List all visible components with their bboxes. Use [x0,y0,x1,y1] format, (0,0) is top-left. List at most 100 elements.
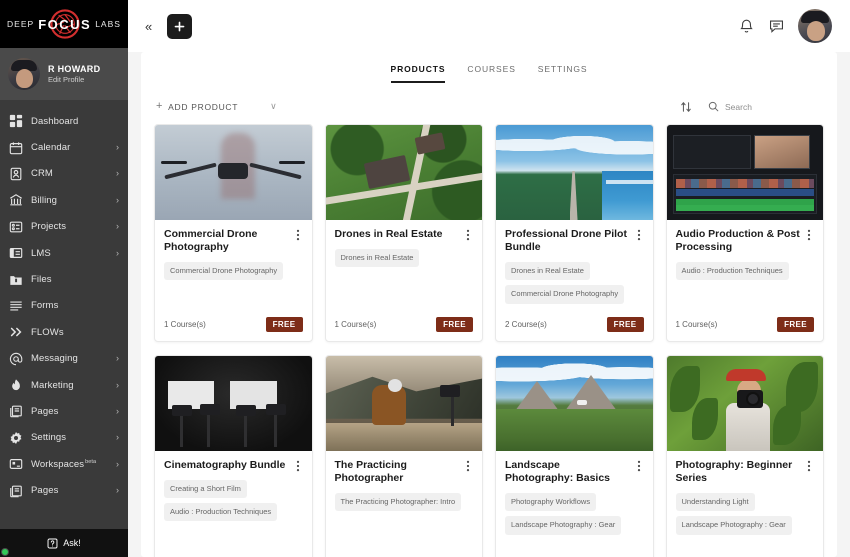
notifications-button[interactable] [738,18,755,35]
user-avatar-button[interactable] [798,9,832,43]
sidebar-item-label: Dashboard [31,115,79,127]
content-panel: PRODUCTS COURSES SETTINGS + ADD PRODUCT … [141,52,837,557]
collapse-sidebar-button[interactable]: « [141,18,156,35]
chevron-right-icon: › [116,379,119,390]
ask-button[interactable]: Ask! [0,529,128,557]
product-card[interactable]: Cinematography Bundle Creating a Short F… [154,355,313,557]
chevron-right-icon: › [116,432,119,443]
sidebar-item-crm[interactable]: CRM › [0,161,128,187]
sidebar-item-forms[interactable]: Forms [0,293,128,319]
brand-logo[interactable]: DEEP FOCUS LABS [0,0,128,48]
plus-icon: + [156,100,164,112]
product-card-body: Landscape Photography: Basics Photograph… [496,451,653,557]
product-card[interactable]: Photography: Beginner Series Understandi… [665,355,824,557]
dolomites-landscape-thumbnail [496,356,653,451]
tab-courses[interactable]: COURSES [467,64,515,83]
folder-icon [9,273,23,287]
product-tag: Commercial Drone Photography [164,262,284,281]
profile-section[interactable]: R HOWARD Edit Profile [0,48,128,556]
product-menu-button[interactable] [463,459,473,472]
sidebar-item-label: Forms [31,300,59,312]
edit-profile-link[interactable]: Edit Profile [48,75,100,84]
product-menu-button[interactable] [463,228,473,241]
add-button[interactable] [167,13,193,39]
product-tags: Commercial Drone Photography [164,262,303,281]
product-card[interactable]: Commercial Drone Photography Commercial … [154,124,313,342]
add-product-button[interactable]: + ADD PRODUCT [154,97,240,116]
sidebar-item-projects[interactable]: Projects › [0,214,128,240]
sidebar: DEEP FOCUS LABS R HOWARD Edit Profile Da… [0,0,128,557]
online-status-dot [1,548,9,556]
sidebar-item-billing[interactable]: Billing › [0,187,128,213]
product-grid-scroll[interactable]: Commercial Drone Photography Commercial … [141,124,837,557]
product-card[interactable]: Audio Production & Post Processing Audio… [665,124,824,342]
kebab-menu-icon [807,460,811,472]
product-card-footer: 1 Course(s) FREE [667,317,824,341]
flame-icon [9,378,23,392]
product-tag: Creating a Short Film [164,480,247,499]
sort-button[interactable] [680,101,692,113]
product-card-body: Cinematography Bundle Creating a Short F… [155,451,312,557]
aerial-estate-thumbnail [325,125,482,220]
question-icon [47,538,58,548]
product-menu-button[interactable] [804,459,814,472]
sidebar-item-flows[interactable]: FLOWs [0,319,128,345]
sidebar-item-settings[interactable]: Settings › [0,425,128,451]
profile-name: R HOWARD [48,64,101,74]
tab-settings[interactable]: SETTINGS [538,64,588,83]
messages-button[interactable] [768,18,785,35]
product-card-head: Cinematography Bundle [164,459,303,472]
product-card[interactable]: Professional Drone Pilot Bundle Drones i… [495,124,654,342]
sidebar-item-label: Pages [31,405,59,417]
sidebar-item-workspaces[interactable]: Workspacesbeta › [0,451,128,477]
sidebar-item-dashboard[interactable]: Dashboard [0,108,128,134]
drone-in-flight-thumbnail [155,125,312,220]
chevron-right-icon: › [116,221,119,232]
avatar-face [16,69,33,88]
product-menu-button[interactable] [804,228,814,241]
profile-text: R HOWARD Edit Profile [48,64,100,84]
price-badge: FREE [777,317,814,332]
price-badge: FREE [436,317,473,332]
product-menu-button[interactable] [293,228,303,241]
search-input[interactable] [725,101,817,112]
sidebar-item-pages[interactable]: Pages › [0,398,128,424]
product-card[interactable]: The Practicing Photographer The Practici… [324,355,483,557]
grid-icon [9,114,23,128]
add-product-dropdown[interactable]: ∨ [262,98,285,115]
sidebar-item-pages-2[interactable]: Pages › [0,477,128,503]
toolbar-right [680,101,817,113]
avatar[interactable] [8,58,40,90]
studio-camera-setup-thumbnail [155,356,312,451]
beta-badge: beta [85,458,97,465]
calendar-icon [9,141,23,155]
product-card[interactable]: Landscape Photography: Basics Photograph… [495,355,654,557]
bank-icon [9,193,23,207]
sidebar-item-files[interactable]: Files [0,266,128,292]
logo-main-wrap: FOCUS [38,9,91,39]
product-menu-button[interactable] [634,459,644,472]
course-count: 1 Course(s) [334,320,377,329]
product-card-head: Landscape Photography: Basics [505,459,644,485]
chevron-right-icon: › [116,485,119,496]
chevron-right-icon: › [116,458,119,469]
pages-icon [9,404,23,418]
product-menu-button[interactable] [293,459,303,472]
chevron-right-icon: › [116,405,119,416]
chevron-right-icon: › [116,353,119,364]
product-menu-button[interactable] [634,228,644,241]
tab-products[interactable]: PRODUCTS [390,64,446,83]
sidebar-item-label: Projects [31,221,67,233]
product-card-head: Commercial Drone Photography [164,228,303,254]
product-card[interactable]: Drones in Real Estate Drones in Real Est… [324,124,483,342]
search-box[interactable] [708,101,817,112]
sidebar-item-lms[interactable]: LMS › [0,240,128,266]
kebab-menu-icon [807,229,811,241]
kebab-menu-icon [637,460,640,472]
sidebar-item-calendar[interactable]: Calendar › [0,134,128,160]
sidebar-item-messaging[interactable]: Messaging › [0,346,128,372]
sidebar-item-marketing[interactable]: Marketing › [0,372,128,398]
sidebar-item-label: Billing [31,194,58,206]
toolbar: + ADD PRODUCT ∨ [141,83,837,124]
product-card-footer: 1 Course(s) FREE [326,317,483,341]
